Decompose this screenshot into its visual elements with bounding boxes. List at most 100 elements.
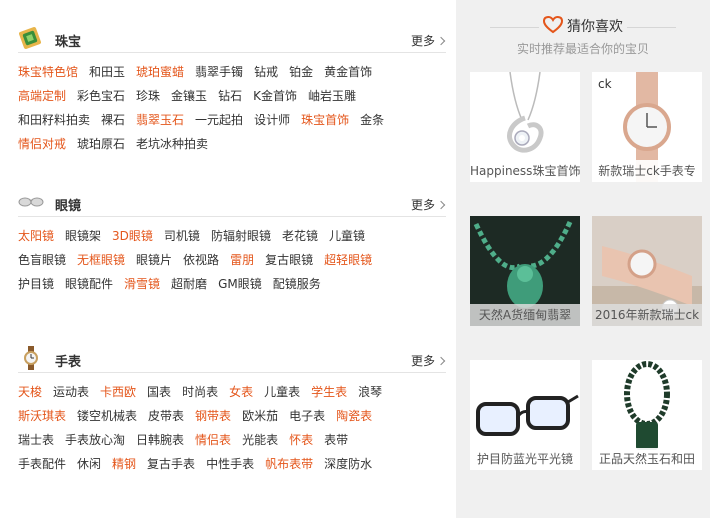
category-link[interactable]: 金条 [360, 113, 384, 127]
category-link[interactable]: 护目镜 [18, 277, 54, 291]
category-link[interactable]: 眼镜配件 [65, 277, 113, 291]
category-link[interactable]: 陶瓷表 [336, 409, 372, 423]
category-link[interactable]: 钢带表 [195, 409, 231, 423]
section-watches: 手表 更多 天梭 运动表 卡西欧 国表 时尚表 女表 儿童表 学生表 浪琴斯沃琪表 镂空机械表 皮带… [18, 346, 446, 476]
category-link[interactable]: 眼镜架 [65, 229, 101, 243]
category-link[interactable]: 依视路 [183, 253, 219, 267]
category-link[interactable]: 休闲 [77, 457, 101, 471]
category-link[interactable]: 无框眼镜 [77, 253, 125, 267]
category-link[interactable]: 复古手表 [147, 457, 195, 471]
category-link[interactable]: 滑雪镜 [124, 277, 160, 291]
link-row: 色盲眼镜 无框眼镜 眼镜片 依视路 雷朋 复古眼镜 超轻眼镜 [18, 248, 446, 272]
category-link[interactable]: 欧米茄 [242, 409, 278, 423]
category-link[interactable]: 老坑冰种拍卖 [136, 137, 208, 151]
category-link[interactable]: 琥珀蜜蜡 [136, 65, 184, 79]
category-link[interactable]: 高端定制 [18, 89, 66, 103]
category-link[interactable]: 琥珀原石 [77, 137, 125, 151]
category-link[interactable]: 时尚表 [182, 385, 218, 399]
category-link[interactable]: 3D眼镜 [112, 229, 153, 243]
category-link[interactable]: 深度防水 [324, 457, 372, 471]
category-link[interactable]: 儿童表 [264, 385, 300, 399]
section-title: 手表 [55, 355, 82, 370]
category-link[interactable]: 儿童镜 [329, 229, 365, 243]
more-link[interactable]: 更多 [411, 32, 446, 49]
category-link[interactable]: 司机镜 [164, 229, 200, 243]
category-link[interactable]: 一元起拍 [195, 113, 243, 127]
category-link[interactable]: 珠宝首饰 [301, 113, 349, 127]
category-link[interactable]: 珠宝特色馆 [18, 65, 78, 79]
category-link[interactable]: 浪琴 [358, 385, 382, 399]
category-link[interactable]: 彩色宝石 [77, 89, 125, 103]
category-link[interactable]: 色盲眼镜 [18, 253, 66, 267]
category-link[interactable]: 超耐磨 [171, 277, 207, 291]
category-link[interactable]: K金首饰 [253, 89, 297, 103]
category-link[interactable]: 黄金首饰 [324, 65, 372, 79]
category-link[interactable]: 和田籽料拍卖 [18, 113, 90, 127]
page: 珠宝 更多 珠宝特色馆 和田玉 琥珀蜜蜡 翡翠手镯 钻戒 铂金 黄金首饰 高端定制 彩色宝石 珍珠… [0, 0, 710, 518]
more-link[interactable]: 更多 [410, 196, 446, 213]
category-link[interactable]: 眼镜片 [136, 253, 172, 267]
category-link[interactable]: 裸石 [101, 113, 125, 127]
more-link[interactable]: 更多 [411, 352, 446, 369]
category-link[interactable]: 情侣表 [195, 433, 231, 447]
category-link[interactable]: 超轻眼镜 [324, 253, 372, 267]
category-link[interactable]: 岫岩玉雕 [308, 89, 356, 103]
guess-title: 猜你喜欢 [539, 16, 627, 36]
category-link[interactable]: 表带 [324, 433, 348, 447]
guess-panel: 猜你喜欢 实时推荐最适合你的宝贝 Happiness珠宝首饰 ck 新款瑞士ck… [456, 0, 710, 518]
svg-text:ck: ck [598, 77, 612, 91]
product-caption: 天然A货缅甸翡翠 [470, 304, 580, 326]
category-link[interactable]: 卡西欧 [100, 385, 136, 399]
link-row: 高端定制 彩色宝石 珍珠 金镶玉 钻石 K金首饰 岫岩玉雕 [18, 84, 446, 108]
chevron-right-icon [436, 356, 446, 366]
link-list: 天梭 运动表 卡西欧 国表 时尚表 女表 儿童表 学生表 浪琴斯沃琪表 镂空机械表 皮带表 钢带表 欧米… [18, 380, 446, 476]
product-card[interactable]: 正品天然玉石和田 [592, 360, 702, 470]
product-card[interactable]: 天然A货缅甸翡翠 [470, 216, 580, 326]
category-link[interactable]: 学生表 [311, 385, 347, 399]
category-link[interactable]: 精钢 [112, 457, 136, 471]
more-label: 更多 [410, 198, 435, 212]
category-link[interactable]: 情侣对戒 [18, 137, 66, 151]
category-link[interactable]: 复古眼镜 [265, 253, 313, 267]
category-link[interactable]: 女表 [229, 385, 253, 399]
category-link[interactable]: 翡翠手镯 [195, 65, 243, 79]
category-link[interactable]: 防辐射眼镜 [211, 229, 271, 243]
category-link[interactable]: 金镶玉 [171, 89, 207, 103]
category-link[interactable]: 太阳镜 [18, 229, 54, 243]
link-row: 天梭 运动表 卡西欧 国表 时尚表 女表 儿童表 学生表 浪琴 [18, 380, 446, 404]
category-link[interactable]: 国表 [147, 385, 171, 399]
product-caption: 正品天然玉石和田 [592, 448, 702, 470]
category-link[interactable]: 运动表 [53, 385, 89, 399]
link-row: 和田籽料拍卖 裸石 翡翠玉石 一元起拍 设计师 珠宝首饰 金条 [18, 108, 446, 132]
product-card[interactable]: 2016年新款瑞士ck [592, 216, 702, 326]
category-link[interactable]: 天梭 [18, 385, 42, 399]
category-link[interactable]: 雷朋 [230, 253, 254, 267]
category-link[interactable]: 配镜服务 [273, 277, 321, 291]
category-link[interactable]: 手表放心淘 [65, 433, 125, 447]
category-link[interactable]: 和田玉 [89, 65, 125, 79]
category-link[interactable]: 瑞士表 [18, 433, 54, 447]
category-link[interactable]: 怀表 [289, 433, 313, 447]
category-link[interactable]: 手表配件 [18, 457, 66, 471]
category-link[interactable]: 珍珠 [136, 89, 160, 103]
category-link[interactable]: 日韩腕表 [136, 433, 184, 447]
category-link[interactable]: 钻石 [218, 89, 242, 103]
category-link[interactable]: 中性手表 [206, 457, 254, 471]
product-card[interactable]: ck 新款瑞士ck手表专 [592, 72, 702, 182]
category-link[interactable]: 光能表 [242, 433, 278, 447]
link-row: 珠宝特色馆 和田玉 琥珀蜜蜡 翡翠手镯 钻戒 铂金 黄金首饰 [18, 60, 446, 84]
category-link[interactable]: 帆布表带 [265, 457, 313, 471]
product-card[interactable]: Happiness珠宝首饰 [470, 72, 580, 182]
category-link[interactable]: 电子表 [289, 409, 325, 423]
guess-title-text: 猜你喜欢 [567, 19, 623, 35]
category-link[interactable]: GM眼镜 [218, 277, 262, 291]
product-card[interactable]: 护目防蓝光平光镜 [470, 360, 580, 470]
category-link[interactable]: 翡翠玉石 [136, 113, 184, 127]
category-link[interactable]: 镂空机械表 [77, 409, 137, 423]
category-link[interactable]: 老花镜 [282, 229, 318, 243]
category-link[interactable]: 斯沃琪表 [18, 409, 66, 423]
category-link[interactable]: 钻戒 [254, 65, 278, 79]
category-link[interactable]: 铂金 [289, 65, 313, 79]
category-link[interactable]: 皮带表 [148, 409, 184, 423]
category-link[interactable]: 设计师 [254, 113, 290, 127]
